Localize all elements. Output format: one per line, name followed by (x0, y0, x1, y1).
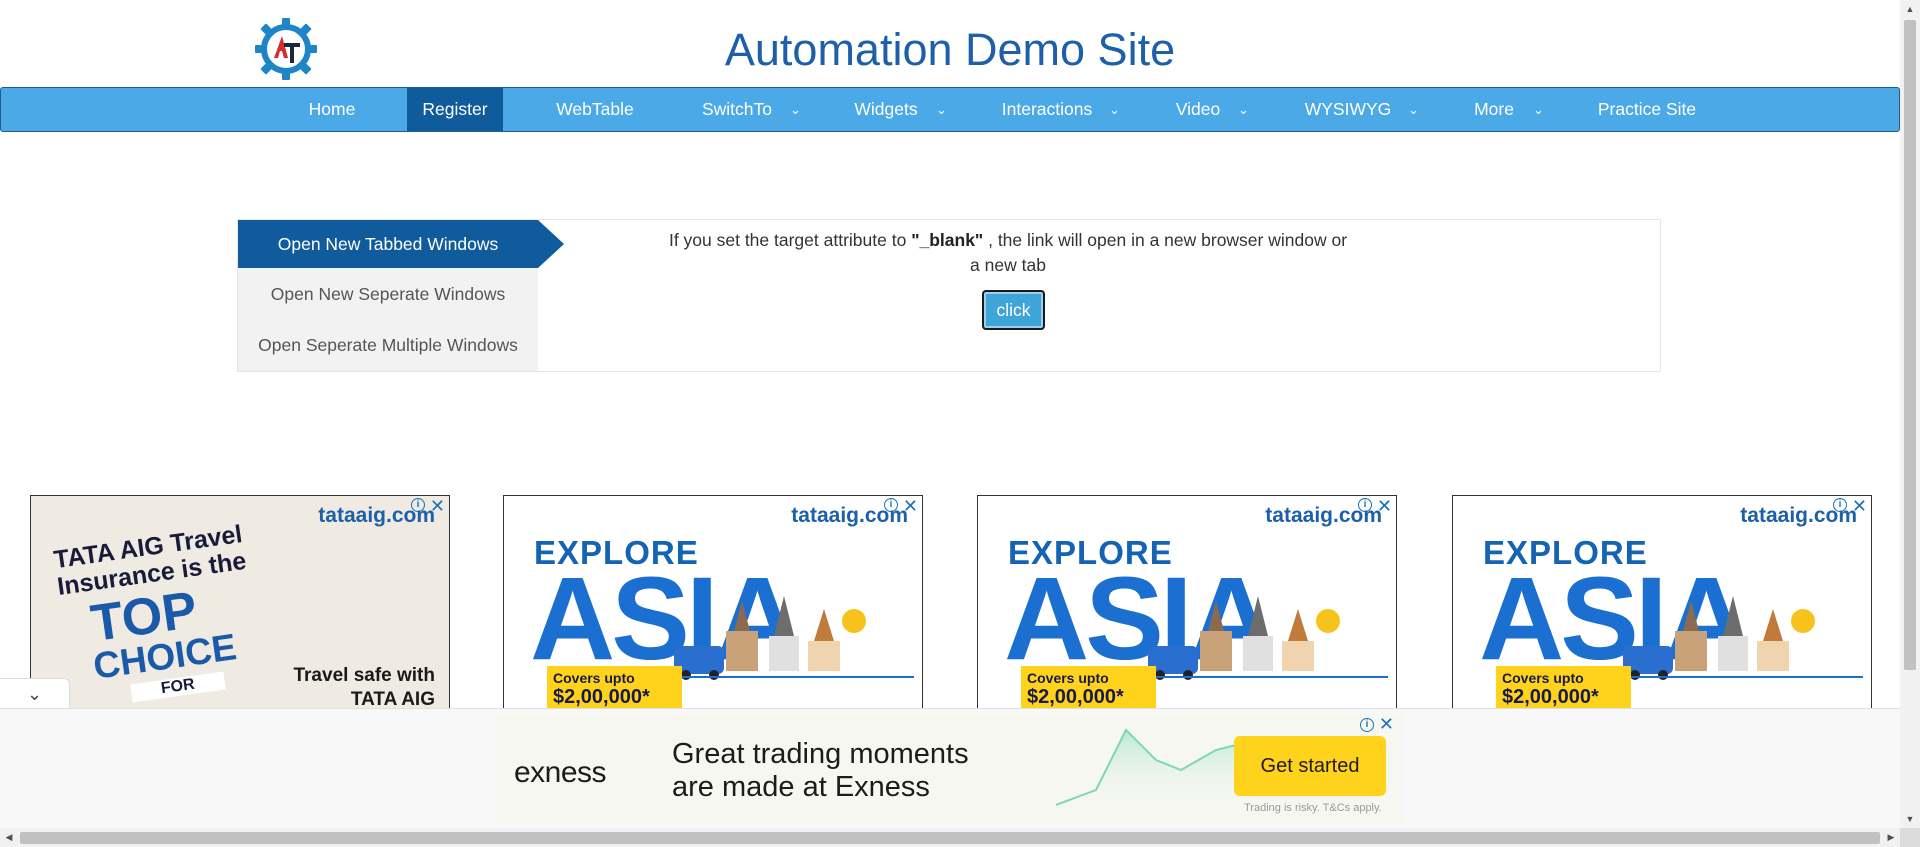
skyline-illustration (1148, 596, 1388, 680)
nav-interactions[interactable]: Interactions (991, 88, 1103, 131)
description-text: If you set the target attribute to (668, 230, 912, 250)
exness-logo: exness (514, 756, 607, 789)
ad-covers-amount: $2,00,000* (553, 686, 650, 708)
nav-more[interactable]: More (1461, 88, 1527, 131)
ad-covers-amount: $2,00,000* (1027, 686, 1124, 708)
description-text: , the link will open in a new browser wi… (970, 230, 1348, 275)
windows-tabs-panel: Open New Tabbed Windows Open New Seperat… (237, 219, 1661, 372)
ad-explore-asia-card[interactable]: i ✕ tataaig.com EXPLORE ASIA Covers upto… (503, 495, 923, 710)
nav-widgets[interactable]: Widgets (841, 88, 931, 131)
tab-description: If you set the target attribute to "_bla… (668, 228, 1348, 278)
ad-coverage-badge: Covers upto $2,00,000* (547, 666, 682, 709)
chevron-down-icon[interactable]: ⌄ (1238, 88, 1249, 131)
tab-open-new-tabbed-windows[interactable]: Open New Tabbed Windows (238, 220, 538, 268)
sticky-ad-collapse-icon[interactable]: ⌄ (0, 678, 70, 708)
scroll-down-icon[interactable]: ▼ (1900, 810, 1920, 828)
ad-brand: tataaig.com (318, 504, 435, 527)
chevron-down-icon[interactable]: ⌄ (1408, 88, 1419, 131)
ad-covers-amount: $2,00,000* (1502, 686, 1599, 708)
nav-practice-site[interactable]: Practice Site (1585, 88, 1709, 131)
skyline-illustration (674, 596, 914, 680)
chevron-down-icon[interactable]: ⌄ (936, 88, 947, 131)
vertical-scrollbar[interactable]: ▲ ▼ (1900, 0, 1920, 828)
ad-brand: tataaig.com (1265, 504, 1382, 527)
horizontal-scroll-thumb[interactable] (20, 832, 1880, 844)
scrollbar-corner (1900, 828, 1920, 847)
site-logo[interactable] (254, 16, 318, 82)
page: Automation Demo Site Home Register WebTa… (0, 0, 1920, 847)
ad-close-icon[interactable]: ✕ (1379, 714, 1394, 735)
exness-headline: are made at Exness (672, 771, 930, 803)
ad-explore-asia-card[interactable]: i ✕ tataaig.com EXPLORE ASIA Covers upto… (977, 495, 1397, 710)
nav-register[interactable]: Register (407, 88, 503, 131)
ad-brand: tataaig.com (1740, 504, 1857, 527)
click-button[interactable]: click (982, 290, 1045, 330)
active-tab-arrow (538, 220, 564, 268)
description-keyword: "_blank" (911, 230, 984, 250)
chevron-down-icon[interactable]: ⌄ (790, 88, 801, 131)
ad-covers-label: Covers upto (553, 670, 635, 686)
ad-info-icon[interactable]: i (1360, 718, 1374, 732)
nav-webtable[interactable]: WebTable (541, 88, 649, 131)
ad-covers-label: Covers upto (1027, 670, 1109, 686)
nav-wysiwyg[interactable]: WYSIWYG (1295, 88, 1401, 131)
horizontal-scrollbar[interactable]: ◀ ▶ (0, 828, 1900, 847)
site-title: Automation Demo Site (724, 24, 1176, 75)
chevron-down-icon[interactable]: ⌄ (1533, 88, 1544, 131)
vertical-scroll-thumb[interactable] (1904, 20, 1916, 670)
get-started-button[interactable]: Get started (1234, 736, 1386, 796)
ad-explore-asia-card[interactable]: i ✕ tataaig.com EXPLORE ASIA Covers upto… (1452, 495, 1872, 710)
ad-covers-label: Covers upto (1502, 670, 1584, 686)
ad-tata-aig-card[interactable]: i ✕ tataaig.com TATA AIG Travel Insuranc… (30, 495, 450, 710)
scroll-right-icon[interactable]: ▶ (1882, 828, 1900, 847)
windows-tab-list: Open New Tabbed Windows Open New Seperat… (238, 220, 538, 371)
ad-coverage-badge: Covers upto $2,00,000* (1021, 666, 1156, 709)
scroll-up-icon[interactable]: ▲ (1900, 0, 1920, 18)
exness-disclaimer: Trading is risky. T&Cs apply. (1244, 802, 1382, 814)
ad-brand: tataaig.com (791, 504, 908, 527)
nav-video[interactable]: Video (1161, 88, 1235, 131)
main-navbar: Home Register WebTable SwitchTo ⌄ Widget… (0, 87, 1900, 132)
skyline-illustration (1623, 596, 1863, 680)
ad-coverage-badge: Covers upto $2,00,000* (1496, 666, 1631, 709)
chevron-down-icon[interactable]: ⌄ (1109, 88, 1120, 131)
nav-switchto[interactable]: SwitchTo (687, 88, 787, 131)
ad-tagline: Travel safe with TATA AIG (293, 665, 435, 710)
tab-open-new-seperate-windows[interactable]: Open New Seperate Windows (238, 270, 538, 318)
scroll-left-icon[interactable]: ◀ (0, 828, 18, 847)
tab-open-seperate-multiple-windows[interactable]: Open Seperate Multiple Windows (238, 321, 538, 369)
exness-headline: Great trading moments (672, 738, 969, 770)
exness-ad[interactable]: exness Great trading moments are made at… (496, 714, 1404, 824)
nav-home[interactable]: Home (291, 88, 373, 131)
